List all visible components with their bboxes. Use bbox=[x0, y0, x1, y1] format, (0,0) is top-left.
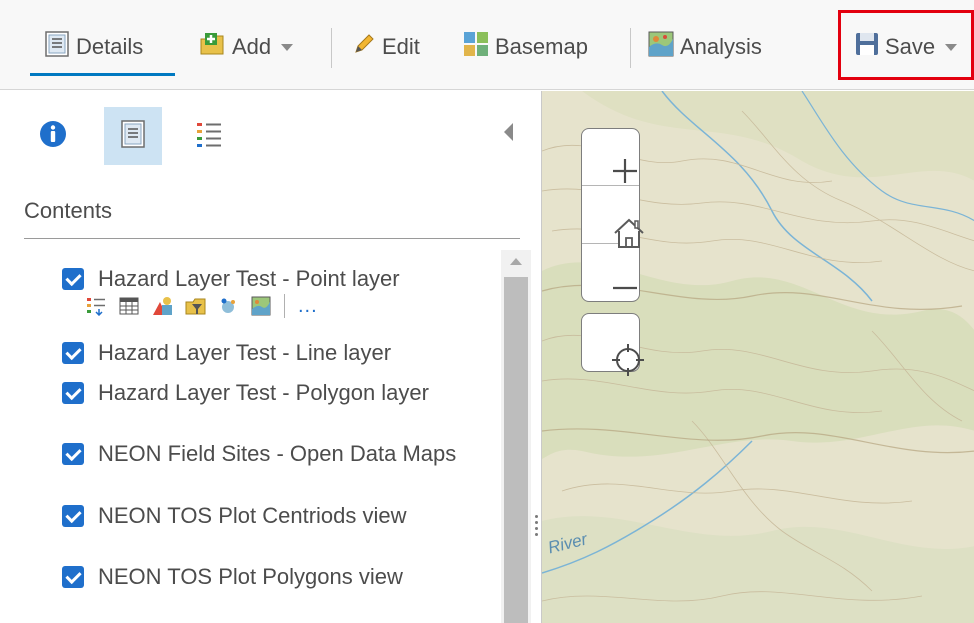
layer-checkbox[interactable] bbox=[62, 505, 84, 527]
toolbar-divider bbox=[630, 28, 631, 68]
home-button[interactable] bbox=[582, 187, 644, 248]
layer-checkbox[interactable] bbox=[62, 268, 84, 290]
add-button[interactable]: Add bbox=[198, 30, 294, 64]
content-icon bbox=[120, 119, 146, 153]
details-active-indicator bbox=[30, 73, 175, 76]
layer-item[interactable]: NEON TOS Plot Polygons view bbox=[62, 562, 462, 592]
details-button[interactable]: Details bbox=[44, 30, 143, 64]
actions-divider bbox=[284, 294, 285, 318]
layer-item[interactable]: NEON TOS Plot Centriods view bbox=[62, 501, 462, 531]
pencil-icon bbox=[352, 32, 376, 62]
panel-tabs bbox=[0, 91, 541, 181]
layer-name: NEON Field Sites - Open Data Maps bbox=[98, 441, 457, 466]
zoom-controls bbox=[581, 128, 644, 302]
toolbar-divider bbox=[331, 28, 332, 68]
layer-name: NEON TOS Plot Centriods view bbox=[98, 503, 407, 528]
layer-list-scrollbar[interactable] bbox=[501, 250, 531, 623]
layer-name: Hazard Layer Test - Point layer bbox=[98, 266, 400, 291]
save-highlight-box bbox=[838, 10, 974, 80]
change-style-icon[interactable] bbox=[152, 296, 172, 316]
layer-name: Hazard Layer Test - Line layer bbox=[98, 340, 392, 365]
details-icon bbox=[44, 31, 70, 63]
contents-heading: Contents bbox=[24, 198, 113, 223]
info-icon bbox=[39, 120, 67, 153]
perform-analysis-icon[interactable] bbox=[218, 296, 238, 316]
tab-about[interactable] bbox=[24, 107, 82, 165]
add-icon bbox=[198, 31, 226, 63]
layer-item[interactable]: NEON Field Sites - Open Data Maps bbox=[62, 439, 462, 469]
basemap-button[interactable]: Basemap bbox=[463, 30, 588, 64]
layer-item[interactable]: Hazard Layer Test - Polygon layer bbox=[62, 378, 462, 408]
analysis-icon bbox=[648, 31, 674, 63]
legend-icon bbox=[195, 120, 223, 153]
zoom-in-button[interactable] bbox=[582, 129, 639, 186]
chevron-down-icon bbox=[281, 43, 294, 51]
tab-content[interactable] bbox=[104, 107, 162, 165]
collapse-panel-icon[interactable] bbox=[504, 123, 513, 141]
layer-name: Hazard Layer Test - Polygon layer bbox=[98, 380, 429, 405]
analysis-label: Analysis bbox=[680, 34, 762, 59]
edit-label: Edit bbox=[382, 34, 420, 59]
layer-checkbox[interactable] bbox=[62, 382, 84, 404]
add-label: Add bbox=[232, 34, 272, 59]
details-panel: Contents Hazard Layer Test - Point layer bbox=[0, 91, 541, 623]
table-icon[interactable] bbox=[119, 296, 139, 316]
layer-item[interactable]: Hazard Layer Test - Line layer bbox=[62, 338, 462, 368]
details-label: Details bbox=[76, 34, 144, 59]
locate-button[interactable] bbox=[581, 313, 644, 376]
scroll-thumb[interactable] bbox=[504, 277, 528, 623]
basemap-icon bbox=[463, 31, 489, 63]
layer-checkbox[interactable] bbox=[62, 443, 84, 465]
map-view[interactable]: River bbox=[541, 91, 974, 623]
tab-legend[interactable] bbox=[180, 107, 238, 165]
basemap-label: Basemap bbox=[495, 34, 588, 59]
analysis-icon[interactable] bbox=[251, 296, 271, 316]
more-options-icon[interactable]: ... bbox=[298, 296, 318, 316]
top-toolbar: Details Add Edit Basemap Analysis Save bbox=[0, 0, 974, 90]
layer-name: NEON TOS Plot Polygons view bbox=[98, 564, 403, 589]
edit-button[interactable]: Edit bbox=[352, 30, 420, 64]
panel-resize-handle[interactable] bbox=[533, 512, 539, 552]
layer-checkbox[interactable] bbox=[62, 566, 84, 588]
layer-actions: ... bbox=[86, 294, 318, 318]
filter-icon[interactable] bbox=[185, 296, 206, 316]
layer-checkbox[interactable] bbox=[62, 342, 84, 364]
contents-divider bbox=[24, 238, 520, 239]
zoom-out-button[interactable] bbox=[582, 245, 639, 302]
analysis-button[interactable]: Analysis bbox=[648, 30, 762, 64]
layer-item[interactable]: Hazard Layer Test - Point layer bbox=[62, 264, 462, 294]
layer-list: Hazard Layer Test - Point layer ... Haza… bbox=[0, 251, 500, 623]
scroll-up-icon[interactable] bbox=[510, 258, 522, 265]
show-legend-icon[interactable] bbox=[86, 296, 106, 317]
